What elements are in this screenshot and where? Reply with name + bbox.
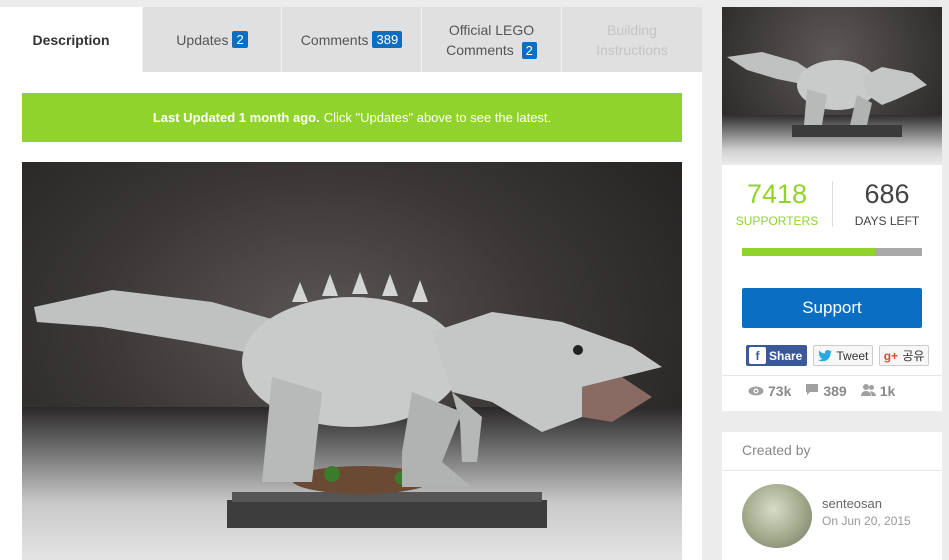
banner-bold-text: Last Updated 1 month ago. — [152, 110, 320, 125]
update-banner: Last Updated 1 month ago. Click "Updates… — [22, 93, 682, 142]
supporters-stat: 7418 SUPPORTERS — [722, 177, 832, 233]
views-meta: 73k — [748, 383, 791, 399]
tab-label: Comments — [300, 31, 369, 48]
project-thumbnail[interactable] — [722, 7, 942, 165]
avatar[interactable] — [742, 484, 812, 548]
project-summary-card: 7418 SUPPORTERS 686 DAYS LEFT Support f … — [722, 7, 942, 411]
tab-official-lego-comments[interactable]: Official LEGO Comments 2 — [421, 7, 561, 72]
supporters-label: SUPPORTERS — [735, 214, 819, 228]
creator-date: On Jun 20, 2015 — [822, 514, 911, 528]
creator-title: Created by — [742, 442, 811, 458]
stat-divider — [832, 181, 833, 227]
facebook-share-label: Share — [769, 348, 803, 363]
facebook-share-button[interactable]: f Share — [746, 345, 808, 366]
count-badge: 2 — [232, 31, 248, 48]
main-panel: Description Updates 2 Comments 389 Offic… — [0, 7, 702, 560]
tab-building-instructions[interactable]: Building Instructions — [561, 7, 702, 72]
days-left-label: DAYS LEFT — [854, 214, 920, 228]
followers-meta: 1k — [860, 383, 896, 399]
dinosaur-model-image — [34, 272, 662, 528]
progress-fill — [742, 248, 876, 256]
project-meta: 73k 389 1k — [748, 383, 895, 399]
comments-meta: 389 — [805, 383, 847, 399]
tab-bar: Description Updates 2 Comments 389 Offic… — [0, 7, 702, 72]
facebook-icon: f — [749, 347, 766, 364]
tab-comments[interactable]: Comments 389 — [281, 7, 421, 72]
followers-icon — [860, 383, 876, 399]
card-divider — [722, 375, 942, 376]
creator-card: Created by senteosan On Jun 20, 2015 — [722, 432, 942, 560]
support-button[interactable]: Support — [742, 288, 922, 328]
tab-updates[interactable]: Updates 2 — [142, 7, 281, 72]
banner-text: Click "Updates" above to see the latest. — [323, 110, 552, 125]
views-count: 73k — [768, 383, 792, 399]
creator-divider — [722, 470, 942, 471]
twitter-tweet-label: Tweet — [836, 348, 869, 363]
tab-label: Building Instructions — [596, 21, 668, 58]
tab-label: Description — [32, 31, 110, 48]
project-photo[interactable] — [22, 162, 682, 560]
comment-bubble-icon — [805, 383, 819, 399]
creator-name[interactable]: senteosan — [822, 496, 882, 511]
google-plus-icon: g+ — [883, 348, 899, 363]
count-badge: 2 — [521, 41, 537, 59]
tab-label: Updates — [176, 31, 229, 48]
supporters-count: 7418 — [746, 179, 808, 209]
days-left-stat: 686 DAYS LEFT — [832, 177, 942, 233]
support-progress-bar — [742, 248, 922, 256]
twitter-icon — [816, 347, 833, 364]
followers-count: 1k — [879, 383, 896, 399]
tab-description[interactable]: Description — [0, 7, 142, 72]
comments-count: 389 — [823, 383, 847, 399]
twitter-tweet-button[interactable]: Tweet — [813, 345, 874, 366]
google-plus-share-label: 공유 — [902, 349, 925, 363]
count-badge: 389 — [372, 31, 403, 48]
days-left-count: 686 — [864, 179, 910, 209]
tab-label: Official LEGO Comments — [446, 21, 535, 58]
share-buttons: f Share Tweet g+ 공유 — [746, 345, 930, 366]
eye-icon — [748, 383, 764, 399]
dinosaur-thumbnail-image — [727, 52, 927, 137]
google-plus-share-button[interactable]: g+ 공유 — [879, 345, 930, 366]
